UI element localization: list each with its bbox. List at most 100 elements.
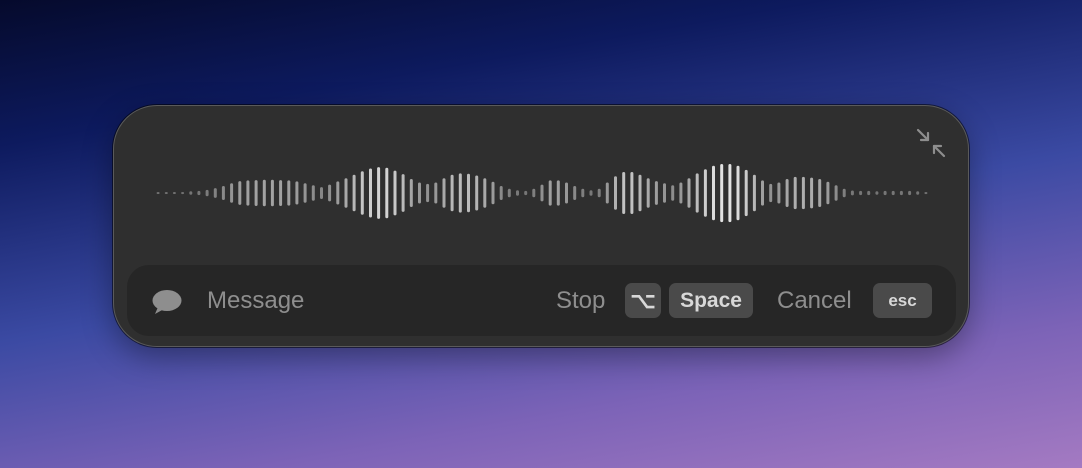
waveform-bar — [254, 180, 258, 206]
waveform-bar — [499, 186, 503, 200]
waveform-bar — [458, 173, 462, 213]
waveform-bar — [426, 183, 430, 203]
waveform-bar — [712, 165, 715, 221]
waveform-bar — [238, 181, 242, 205]
waveform-bar — [532, 188, 536, 198]
waveform-bar — [777, 182, 781, 204]
waveform-bar — [630, 172, 634, 214]
waveform-bar — [622, 172, 626, 214]
waveform-bar — [328, 184, 332, 202]
waveform-bar — [834, 185, 838, 201]
waveform-bar — [581, 188, 585, 198]
waveform-bar — [728, 164, 732, 223]
waveform-bar — [883, 190, 887, 196]
waveform-bar — [393, 170, 397, 216]
waveform-bar — [279, 180, 283, 206]
waveform-bar — [189, 191, 193, 195]
waveform-bar — [156, 192, 160, 194]
message-placeholder: Message — [207, 287, 305, 314]
waveform-bar — [213, 188, 217, 198]
waveform-bar — [344, 178, 348, 208]
waveform-bar — [524, 190, 528, 196]
waveform-bar — [761, 180, 764, 206]
waveform-bar — [320, 187, 323, 199]
waveform-bar — [287, 180, 291, 206]
waveform-bar — [818, 179, 822, 207]
waveform-bar — [801, 176, 805, 210]
waveform-bar — [516, 190, 519, 196]
waveform-bar — [262, 179, 266, 207]
waveform-bar — [769, 183, 773, 203]
waveform-bar — [826, 181, 830, 205]
waveform-bar — [687, 178, 691, 208]
waveform-bar — [875, 191, 879, 195]
waveform-bar — [548, 180, 552, 206]
dictation-bar: Message Stop ⌥ Space Cancel esc — [127, 265, 956, 336]
waveform-bar — [270, 179, 274, 207]
waveform-bar — [230, 183, 234, 203]
waveform-bar — [295, 181, 299, 205]
waveform-bar — [172, 192, 176, 194]
waveform-bar — [850, 190, 854, 196]
waveform-bar — [336, 181, 340, 205]
waveform-bar — [679, 182, 683, 204]
waveform-bar — [720, 164, 724, 223]
waveform-bar — [197, 190, 201, 196]
waveform-bar — [369, 168, 372, 218]
waveform-bar — [916, 191, 920, 195]
waveform-bar — [409, 179, 413, 207]
waveform-bar — [467, 173, 470, 213]
waveform-bar — [744, 169, 748, 217]
esc-key-badge: esc — [873, 283, 932, 318]
space-key-badge: Space — [669, 283, 753, 318]
waveform-bar — [899, 190, 903, 196]
waveform-bar — [205, 189, 209, 197]
waveform-bar — [695, 173, 699, 213]
waveform-bar — [654, 181, 658, 205]
waveform-bar — [842, 188, 846, 198]
waveform-bar — [221, 186, 225, 200]
waveform-bar — [475, 175, 479, 211]
waveform-bar — [377, 167, 381, 219]
option-key-badge: ⌥ — [625, 283, 661, 318]
waveform-bar — [614, 176, 617, 210]
waveform-bar — [891, 190, 895, 196]
waveform-bar — [507, 188, 511, 198]
waveform-bar — [360, 171, 364, 215]
cancel-button[interactable]: Cancel — [777, 287, 852, 315]
speech-bubble-icon — [152, 290, 182, 314]
waveform-bar — [867, 190, 871, 196]
waveform-bar — [785, 179, 789, 207]
waveform-bar — [483, 178, 487, 208]
waveform-bar — [646, 178, 650, 208]
waveform-bar — [638, 174, 642, 212]
stop-button[interactable]: Stop — [556, 287, 605, 315]
waveform-bar — [434, 182, 438, 204]
waveform-bar — [450, 174, 454, 212]
waveform-bar — [908, 190, 912, 196]
waveform-bar — [311, 185, 315, 201]
waveform-bar — [703, 169, 707, 217]
waveform-bar — [810, 177, 814, 209]
waveform-bar — [736, 165, 740, 221]
collapse-arrows-icon — [916, 128, 946, 158]
waveform-bar — [401, 174, 405, 212]
waveform-bar — [418, 182, 421, 204]
waveform-bar — [303, 183, 307, 203]
waveform-bar — [663, 183, 666, 203]
waveform-bar — [385, 167, 389, 219]
waveform-bar — [605, 182, 609, 204]
waveform-bar — [671, 185, 675, 201]
waveform-bar — [752, 174, 756, 212]
waveform-bar — [491, 181, 495, 205]
waveform-bar — [924, 192, 928, 195]
waveform-bar — [859, 190, 863, 196]
waveform-bar — [164, 192, 168, 194]
collapse-button[interactable] — [914, 126, 948, 160]
waveform-bar — [442, 178, 446, 208]
waveform-bar — [597, 188, 601, 198]
waveform-bar — [556, 180, 560, 206]
waveform-bar — [352, 174, 356, 212]
waveform-bar — [246, 180, 250, 206]
waveform-bar — [181, 192, 185, 195]
